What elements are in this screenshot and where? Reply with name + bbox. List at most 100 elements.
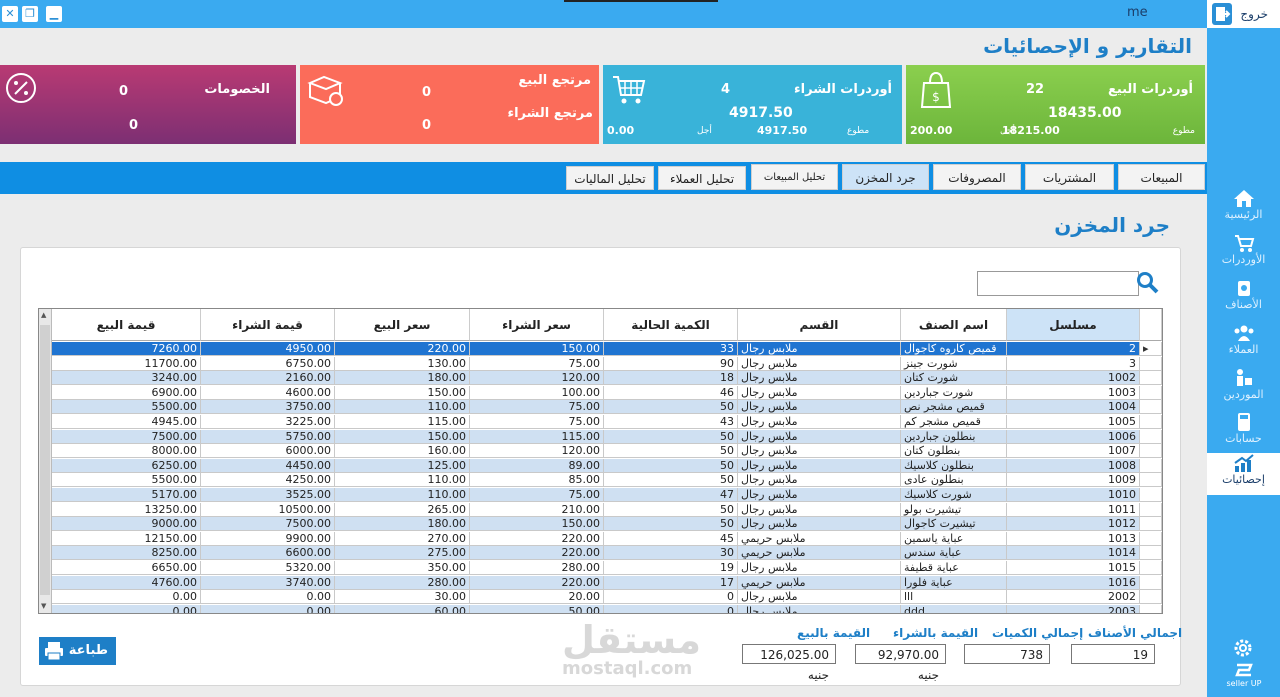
minimize-icon[interactable]: ▁ <box>46 6 62 22</box>
table-cell[interactable]: بنطلون كتان <box>901 444 1007 459</box>
table-cell[interactable]: 1009 <box>1007 473 1140 488</box>
scroll-up-icon[interactable]: ▲ <box>41 311 46 319</box>
table-cell[interactable]: 115.00 <box>470 429 604 444</box>
table-cell[interactable]: 1016 <box>1007 575 1140 590</box>
table-cell[interactable]: 1014 <box>1007 546 1140 561</box>
table-cell[interactable]: 150.00 <box>335 429 470 444</box>
table-cell[interactable]: ملابس رجال <box>738 488 901 502</box>
table-cell[interactable]: 30 <box>604 546 738 561</box>
table-cell[interactable]: 1007 <box>1007 444 1140 459</box>
table-cell[interactable]: شورت كتان <box>901 371 1007 386</box>
table-cell[interactable]: 2160.00 <box>201 371 335 386</box>
table-cell[interactable]: 0.00 <box>52 590 201 605</box>
table-cell[interactable]: 6650.00 <box>52 561 201 575</box>
table-cell[interactable]: ملابس رجال <box>738 371 901 386</box>
table-cell[interactable]: 4760.00 <box>52 575 201 590</box>
table-cell[interactable]: 50 <box>604 444 738 459</box>
table-cell[interactable]: 180.00 <box>335 517 470 532</box>
table-row[interactable]: 1008 بنطلون كلاسيك ملابس رجال 50 89.00 125.00… <box>52 458 1162 473</box>
table-cell[interactable]: 1015 <box>1007 561 1140 575</box>
column-header[interactable]: سعر الشراء <box>470 309 604 341</box>
table-cell[interactable]: 10500.00 <box>201 502 335 517</box>
table-cell[interactable]: 1004 <box>1007 400 1140 415</box>
sidebar-item-customers[interactable]: العملاء <box>1207 323 1280 365</box>
table-cell[interactable]: 47 <box>604 488 738 502</box>
table-cell[interactable]: 1006 <box>1007 429 1140 444</box>
table-cell[interactable]: 50 <box>604 458 738 473</box>
close-icon[interactable]: ✕ <box>2 6 18 22</box>
table-cell[interactable]: ddd <box>901 604 1007 613</box>
table-cell[interactable]: 210.00 <box>470 502 604 517</box>
table-cell[interactable]: 12150.00 <box>52 531 201 546</box>
tab-sales-analysis[interactable]: تحليل المبيعات <box>751 164 838 190</box>
table-cell[interactable]: 46 <box>604 385 738 400</box>
table-row[interactable]: 1013 عباية ياسمين ملابس حريمي 45 220.00 270.0… <box>52 531 1162 546</box>
table-row[interactable]: 2003 ddd ملابس رجال 0 50.00 60.00 0.00 0.00 <box>52 604 1162 613</box>
table-cell[interactable]: ملابس رجال <box>738 517 901 532</box>
table-cell[interactable]: 5170.00 <box>52 488 201 502</box>
table-row[interactable]: 1006 بنطلون جباردين ملابس رجال 50 115.00 150.… <box>52 429 1162 444</box>
table-row[interactable]: 2002 lll ملابس رجال 0 20.00 30.00 0.00 0.00 <box>52 590 1162 605</box>
table-cell[interactable]: 4945.00 <box>52 415 201 429</box>
table-cell[interactable]: 11700.00 <box>52 356 201 371</box>
table-cell[interactable]: ملابس رجال <box>738 415 901 429</box>
row-selector[interactable] <box>1140 488 1162 502</box>
table-cell[interactable]: 7500.00 <box>52 429 201 444</box>
table-cell[interactable]: شورت جينز <box>901 356 1007 371</box>
table-cell[interactable]: ملابس رجال <box>738 444 901 459</box>
tab-purchases[interactable]: المشتريات <box>1025 164 1114 190</box>
table-cell[interactable]: 50 <box>604 502 738 517</box>
table-cell[interactable]: 20.00 <box>470 590 604 605</box>
table-cell[interactable]: 50.00 <box>470 604 604 613</box>
table-cell[interactable]: 50 <box>604 400 738 415</box>
table-cell[interactable]: 30.00 <box>335 590 470 605</box>
table-cell[interactable]: 43 <box>604 415 738 429</box>
table-cell[interactable]: 0.00 <box>201 604 335 613</box>
table-row[interactable]: 1016 عباية فلورا ملابس حريمي 17 220.00 280.00… <box>52 575 1162 590</box>
table-cell[interactable]: 280.00 <box>335 575 470 590</box>
table-cell[interactable]: 150.00 <box>470 342 604 356</box>
table-cell[interactable]: 5750.00 <box>201 429 335 444</box>
column-header[interactable]: مسلسل <box>1007 309 1140 341</box>
table-cell[interactable]: 2003 <box>1007 604 1140 613</box>
row-selector[interactable] <box>1140 444 1162 459</box>
search-icon[interactable] <box>1136 271 1160 295</box>
table-cell[interactable]: تيشيرت كاجوال <box>901 517 1007 532</box>
table-cell[interactable]: 100.00 <box>470 385 604 400</box>
table-cell[interactable]: 220.00 <box>470 546 604 561</box>
table-cell[interactable]: 270.00 <box>335 531 470 546</box>
column-header[interactable]: قيمة الشراء <box>201 309 335 341</box>
row-selector[interactable] <box>1140 590 1162 605</box>
table-cell[interactable]: 3 <box>1007 356 1140 371</box>
row-selector[interactable] <box>1140 531 1162 546</box>
table-cell[interactable]: 6600.00 <box>201 546 335 561</box>
sidebar-item-orders[interactable]: الأوردرات <box>1207 233 1280 275</box>
row-selector[interactable] <box>1140 561 1162 575</box>
table-row[interactable]: 1010 شورت كلاسيك ملابس رجال 47 75.00 110.00 35… <box>52 488 1162 502</box>
table-cell[interactable]: 220.00 <box>335 342 470 356</box>
table-cell[interactable]: 110.00 <box>335 400 470 415</box>
table-cell[interactable]: 265.00 <box>335 502 470 517</box>
table-cell[interactable]: 45 <box>604 531 738 546</box>
row-selector[interactable] <box>1140 429 1162 444</box>
search-input[interactable] <box>977 271 1139 296</box>
tab-sales[interactable]: المبيعات <box>1118 164 1205 190</box>
table-cell[interactable]: ملابس رجال <box>738 473 901 488</box>
settings-icon[interactable] <box>1232 637 1254 659</box>
table-cell[interactable]: ملابس رجال <box>738 502 901 517</box>
table-cell[interactable]: 125.00 <box>335 458 470 473</box>
row-selector[interactable] <box>1140 517 1162 532</box>
table-cell[interactable]: 120.00 <box>470 371 604 386</box>
table-cell[interactable]: 0 <box>604 590 738 605</box>
row-selector[interactable] <box>1140 371 1162 386</box>
table-cell[interactable]: 4950.00 <box>201 342 335 356</box>
table-cell[interactable]: ملابس رجال <box>738 342 901 356</box>
tab-customers-analysis[interactable]: تحليل العملاء <box>658 166 746 190</box>
table-cell[interactable]: 1002 <box>1007 371 1140 386</box>
column-header[interactable]: قيمة البيع <box>52 309 201 341</box>
logout-button[interactable]: خروج <box>1207 0 1280 28</box>
row-selector[interactable] <box>1140 385 1162 400</box>
table-cell[interactable]: 50 <box>604 473 738 488</box>
returns-card[interactable]: مرتجع البيع 0 مرتجع الشراء 0 <box>300 65 599 144</box>
table-cell[interactable]: 8000.00 <box>52 444 201 459</box>
